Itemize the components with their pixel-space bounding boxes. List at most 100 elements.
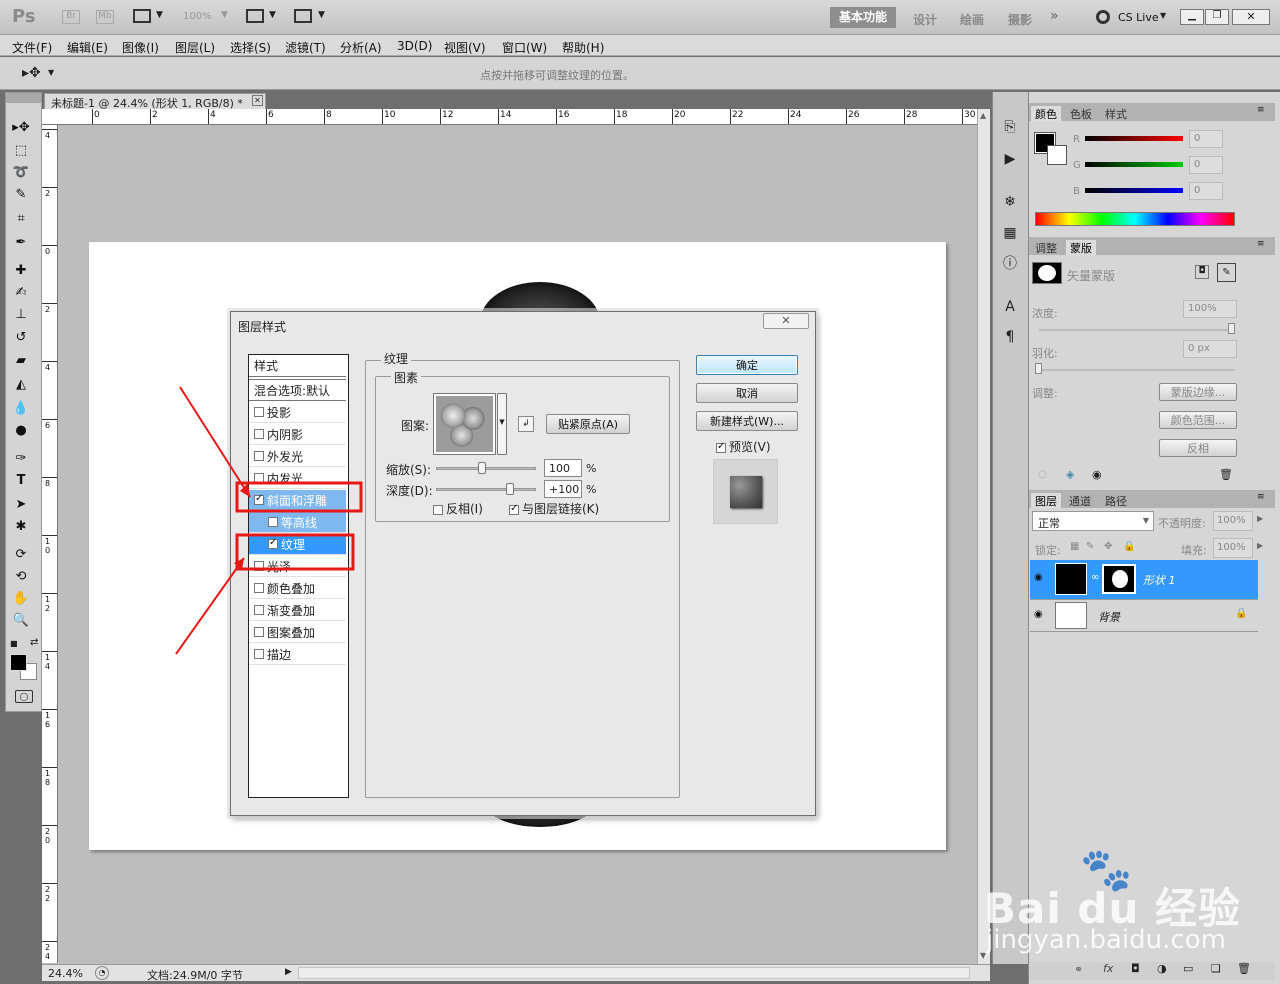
- r-slider[interactable]: [1085, 136, 1183, 141]
- tab-masks[interactable]: 蒙版: [1066, 240, 1096, 255]
- menu-select[interactable]: 选择(S): [230, 39, 271, 56]
- apply-mask-icon[interactable]: ◈: [1066, 468, 1074, 481]
- lock-position-icon[interactable]: ✥: [1104, 541, 1112, 552]
- hand-tool-icon[interactable]: ✋: [11, 589, 31, 607]
- status-icon[interactable]: ◔: [95, 966, 109, 980]
- panel-menu-icon[interactable]: ≡: [1257, 239, 1265, 249]
- default-colors-icon[interactable]: ■: [10, 639, 18, 648]
- vector-mask-icon[interactable]: ✎: [1217, 263, 1236, 282]
- layer-name[interactable]: 形状 1: [1143, 572, 1176, 588]
- new-layer-icon[interactable]: ❑: [1211, 962, 1221, 975]
- move-tool-icon[interactable]: ▸✥: [11, 118, 31, 136]
- move-tool-preset-icon[interactable]: ▸✥: [22, 65, 41, 81]
- layer-row-background[interactable]: ◉ 背景 🔒: [1030, 600, 1258, 632]
- visibility-eye-icon[interactable]: ◉: [1034, 609, 1043, 620]
- fill-input[interactable]: 100%: [1213, 538, 1253, 558]
- status-menu-icon[interactable]: ▶: [285, 967, 292, 977]
- minimize-icon[interactable]: ▁: [1180, 9, 1204, 25]
- workspace-essentials[interactable]: 基本功能: [830, 7, 896, 28]
- workspace-design[interactable]: 设计: [913, 11, 937, 28]
- minibridge-button[interactable]: Mb: [96, 10, 114, 24]
- close-icon[interactable]: ✕: [1232, 9, 1270, 25]
- close-document-icon[interactable]: ✕: [252, 95, 263, 106]
- dodge-tool-icon[interactable]: ●: [11, 421, 31, 439]
- arrange-documents-icon[interactable]: [246, 9, 264, 23]
- density-slider-thumb[interactable]: [1228, 323, 1235, 334]
- tab-paths[interactable]: 路径: [1101, 493, 1131, 508]
- scroll-down-icon[interactable]: ▼: [980, 951, 986, 960]
- eye-icon[interactable]: ◉: [1092, 468, 1102, 481]
- layer-name[interactable]: 背景: [1098, 609, 1120, 625]
- bridge-button[interactable]: Br: [62, 10, 80, 24]
- density-slider[interactable]: [1039, 329, 1235, 331]
- layer-row-shape[interactable]: ◉ ∞ 形状 1: [1030, 560, 1258, 600]
- delete-layer-icon[interactable]: 🗑: [1237, 962, 1251, 975]
- panel-menu-icon[interactable]: ≡: [1257, 105, 1265, 115]
- panel-menu-icon[interactable]: ≡: [1257, 492, 1265, 502]
- menu-filter[interactable]: 滤镜(T): [285, 39, 326, 56]
- feather-input[interactable]: 0 px: [1183, 340, 1237, 358]
- vector-mask-thumbnail[interactable]: [1102, 564, 1136, 594]
- menu-view[interactable]: 视图(V): [444, 39, 486, 56]
- menu-3d[interactable]: 3D(D): [397, 39, 432, 53]
- foreground-color-swatch[interactable]: [10, 654, 27, 671]
- dialog-close-icon[interactable]: ✕: [763, 313, 809, 329]
- chevron-right-icon[interactable]: ▶: [1257, 541, 1263, 550]
- mask-edge-button[interactable]: 蒙版边缘...: [1159, 383, 1237, 401]
- lasso-tool-icon[interactable]: ➰: [11, 163, 31, 181]
- background-swatch[interactable]: [1047, 145, 1067, 165]
- view-extras-icon[interactable]: [133, 9, 151, 23]
- menu-analysis[interactable]: 分析(A): [340, 39, 382, 56]
- scroll-up-icon[interactable]: ▲: [980, 111, 986, 120]
- cslive-button[interactable]: CS Live: [1118, 11, 1159, 24]
- new-group-icon[interactable]: ▭: [1183, 962, 1193, 975]
- density-input[interactable]: 100%: [1183, 300, 1237, 318]
- color-range-button[interactable]: 颜色范围...: [1159, 411, 1237, 429]
- tab-channels[interactable]: 通道: [1065, 493, 1095, 508]
- histogram-panel-icon[interactable]: ▦: [1000, 224, 1020, 242]
- menu-layer[interactable]: 图层(L): [175, 39, 215, 56]
- menu-file[interactable]: 文件(F): [12, 39, 52, 56]
- paint-bucket-icon[interactable]: ◭: [11, 375, 31, 393]
- paragraph-panel-icon[interactable]: ¶: [1000, 328, 1020, 346]
- adjustment-layer-icon[interactable]: ◑: [1157, 962, 1167, 975]
- history-panel-icon[interactable]: ⎘: [1000, 118, 1020, 136]
- feather-slider[interactable]: [1039, 369, 1235, 371]
- lock-transparent-icon[interactable]: ▦: [1070, 541, 1079, 552]
- menu-image[interactable]: 图像(I): [122, 39, 159, 56]
- pixel-mask-icon[interactable]: ◘: [1195, 265, 1209, 279]
- blur-tool-icon[interactable]: 💧: [11, 399, 31, 417]
- feather-slider-thumb[interactable]: [1035, 363, 1042, 374]
- vector-mask-thumbnail[interactable]: [1032, 262, 1062, 284]
- zoom-tool-icon[interactable]: 🔍: [11, 611, 31, 629]
- more-workspaces-icon[interactable]: »: [1050, 8, 1059, 24]
- screen-mode-icon[interactable]: [294, 9, 312, 23]
- g-slider[interactable]: [1085, 162, 1183, 167]
- new-style-button[interactable]: 新建样式(W)...: [696, 411, 798, 431]
- lock-pixels-icon[interactable]: ✎: [1086, 541, 1094, 552]
- menu-edit[interactable]: 编辑(E): [67, 39, 108, 56]
- shape-tool-icon[interactable]: ✱: [11, 517, 31, 535]
- preview-checkbox[interactable]: 预览(V): [716, 438, 771, 455]
- pen-tool-icon[interactable]: ✑: [11, 449, 31, 467]
- quick-mask-icon[interactable]: ◯: [15, 690, 33, 703]
- delete-mask-icon[interactable]: 🗑: [1219, 468, 1233, 481]
- tab-color[interactable]: 颜色: [1031, 106, 1061, 121]
- zoom-level[interactable]: 100%: [183, 11, 212, 22]
- healing-tool-icon[interactable]: ✚: [11, 261, 31, 279]
- r-input[interactable]: 0: [1189, 130, 1223, 148]
- fx-icon[interactable]: fx: [1103, 962, 1113, 975]
- status-zoom[interactable]: 24.4%: [48, 967, 83, 980]
- tab-styles[interactable]: 样式: [1101, 106, 1131, 121]
- tab-adjustments[interactable]: 调整: [1031, 240, 1061, 255]
- blend-mode-select[interactable]: 正常 ▼: [1032, 511, 1154, 531]
- lock-all-icon[interactable]: 🔒: [1123, 541, 1135, 552]
- vertical-scrollbar[interactable]: ▲ ▼: [977, 109, 990, 964]
- swap-colors-icon[interactable]: ⇄: [30, 637, 38, 648]
- horizontal-scrollbar[interactable]: [298, 967, 970, 979]
- chevron-right-icon[interactable]: ▶: [1257, 514, 1263, 523]
- workspace-photography[interactable]: 摄影: [1008, 11, 1032, 28]
- path-select-icon[interactable]: ➤: [11, 495, 31, 513]
- add-mask-icon[interactable]: ◘: [1131, 962, 1140, 975]
- menu-window[interactable]: 窗口(W): [502, 39, 547, 56]
